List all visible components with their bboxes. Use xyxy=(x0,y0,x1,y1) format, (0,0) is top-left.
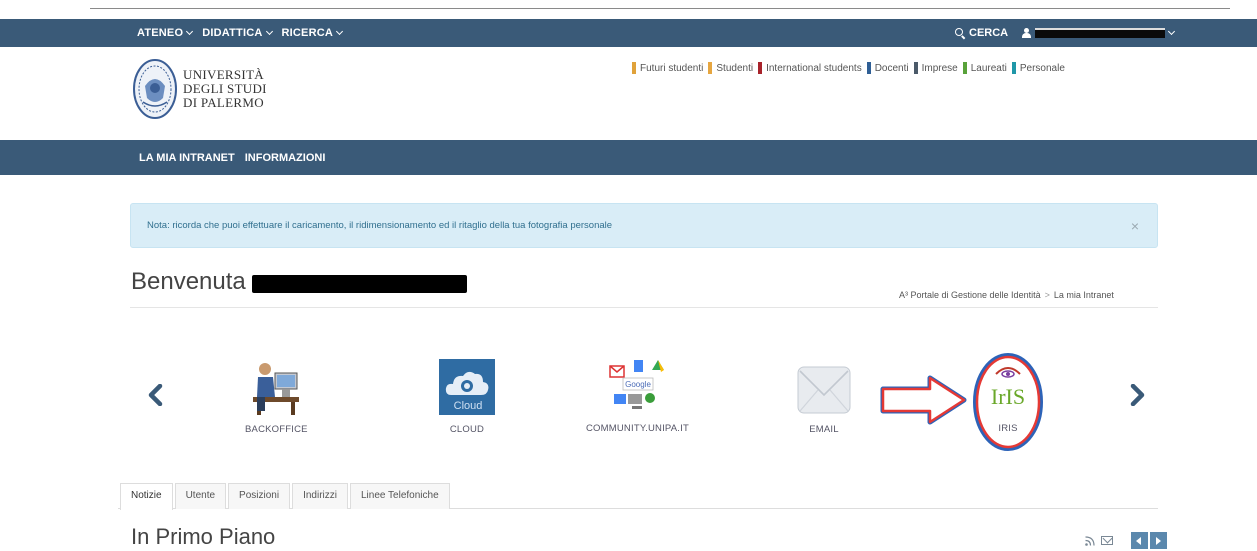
audience-label: Personale xyxy=(1019,62,1065,74)
page: ATENEO DIDATTICA RICERCA CERCA UNIVERSIT… xyxy=(0,0,1257,551)
menu-ateneo-label: ATENEO xyxy=(137,27,184,39)
info-tabs: Notizie Utente Posizioni Indirizzi Linee… xyxy=(120,483,452,510)
tab-posizioni[interactable]: Posizioni xyxy=(228,483,291,509)
alert-close-button[interactable]: × xyxy=(1131,218,1139,234)
iris-logo-text: IrIS xyxy=(991,384,1025,409)
top-rule xyxy=(90,8,1230,9)
carousel-next-chevron-icon[interactable] xyxy=(1127,384,1147,406)
audience-color-bar xyxy=(758,62,763,74)
audience-studenti[interactable]: Studenti xyxy=(708,62,753,74)
email-icon xyxy=(797,366,851,414)
nav-la-mia-intranet[interactable]: LA MIA INTRANET xyxy=(139,152,235,164)
audience-label: Futuri studenti xyxy=(640,62,704,74)
audience-color-bar xyxy=(866,62,871,74)
top-menu: ATENEO DIDATTICA RICERCA xyxy=(137,19,344,47)
breadcrumb-current: La mia Intranet xyxy=(1053,290,1114,300)
audience-color-bar xyxy=(708,62,713,74)
audience-label: Studenti xyxy=(716,62,754,74)
audience-color-bar xyxy=(913,62,918,74)
tab-utente[interactable]: Utente xyxy=(174,483,227,509)
search-button[interactable]: CERCA xyxy=(955,27,1008,39)
annotation-arrow-icon xyxy=(880,375,967,425)
audience-color-bar xyxy=(1011,62,1016,74)
divider xyxy=(130,307,1158,308)
intranet-nav-items: LA MIA INTRANET INFORMAZIONI xyxy=(139,140,325,175)
audience-links: Futuri studenti Studenti International s… xyxy=(632,62,1065,74)
alert-message: Nota: ricorda che puoi effettuare il car… xyxy=(147,220,613,231)
google-logo-text: Google xyxy=(625,380,651,389)
iris-icon: IrIS xyxy=(991,367,1025,409)
carousel-prev-chevron-icon[interactable] xyxy=(146,384,166,406)
top-navbar: ATENEO DIDATTICA RICERCA CERCA xyxy=(0,19,1257,47)
intranet-navbar: LA MIA INTRANET INFORMAZIONI xyxy=(0,140,1257,175)
chevron-down-icon xyxy=(335,27,344,36)
menu-ricerca[interactable]: RICERCA xyxy=(281,27,344,39)
audience-color-bar xyxy=(632,62,636,74)
audience-imprese[interactable]: Imprese xyxy=(913,62,958,74)
audience-futuri-studenti[interactable]: Futuri studenti xyxy=(632,62,703,74)
header: UNIVERSITÀ DEGLI STUDI DI PALERMO Futuri… xyxy=(0,47,1257,140)
nav-informazioni[interactable]: INFORMAZIONI xyxy=(245,152,326,164)
logo-line-2: DEGLI STUDI xyxy=(183,81,267,96)
tab-indirizzi[interactable]: Indirizzi xyxy=(292,483,348,509)
chevron-down-icon xyxy=(1168,27,1176,36)
welcome-word: Benvenuta xyxy=(131,268,246,295)
audience-color-bar xyxy=(962,62,967,74)
app-label: IRIS xyxy=(998,423,1018,434)
app-label: CLOUD xyxy=(449,424,485,435)
tab-linee-telefoniche[interactable]: Linee Telefoniche xyxy=(349,483,450,509)
menu-ateneo[interactable]: ATENEO xyxy=(137,27,194,39)
info-alert: Nota: ricorda che puoi effettuare il car… xyxy=(130,203,1158,248)
audience-label: International students xyxy=(766,62,862,74)
logo-line-1: UNIVERSITÀ xyxy=(183,67,264,82)
section-title: In Primo Piano xyxy=(131,524,276,549)
backoffice-icon xyxy=(253,363,299,415)
app-community[interactable]: Google COMMUNITY.UNIPA.IT xyxy=(580,356,695,434)
news-prev-button[interactable] xyxy=(1131,532,1148,549)
app-backoffice[interactable]: BACKOFFICE xyxy=(245,355,308,435)
chevron-down-icon xyxy=(265,27,273,36)
audience-international-students[interactable]: International students xyxy=(758,62,862,74)
audience-laureati[interactable]: Laureati xyxy=(962,62,1007,74)
app-email[interactable]: EMAIL xyxy=(796,357,852,435)
cloud-icon: Cloud xyxy=(439,359,495,415)
app-label: COMMUNITY.UNIPA.IT xyxy=(585,423,689,434)
community-icon: Google xyxy=(608,360,664,409)
menu-didattica-label: DIDATTICA xyxy=(202,27,263,39)
chevron-down-icon xyxy=(186,27,194,36)
mail-icon[interactable] xyxy=(1101,536,1113,545)
university-seal-icon xyxy=(133,59,177,119)
top-right-actions: CERCA xyxy=(955,19,1176,47)
audience-label: Docenti xyxy=(874,62,909,74)
audience-docenti[interactable]: Docenti xyxy=(866,62,909,74)
user-menu-button[interactable] xyxy=(1022,27,1176,38)
tab-notizie[interactable]: Notizie xyxy=(120,483,173,510)
app-label: BACKOFFICE xyxy=(245,424,308,435)
menu-didattica[interactable]: DIDATTICA xyxy=(202,27,273,39)
app-cloud[interactable]: Cloud CLOUD xyxy=(437,357,497,435)
breadcrumb: A³ Portale di Gestione delle Identità > La… xyxy=(899,290,1114,300)
logo-line-3: DI PALERMO xyxy=(183,95,264,110)
search-label: CERCA xyxy=(969,27,1009,39)
breadcrumb-separator: > xyxy=(1044,290,1050,300)
redacted-username xyxy=(1035,28,1166,38)
rss-icon[interactable] xyxy=(1085,535,1095,546)
audience-label: Laureati xyxy=(970,62,1007,74)
university-name: UNIVERSITÀ DEGLI STUDI DI PALERMO xyxy=(183,68,267,110)
app-label: EMAIL xyxy=(809,424,839,435)
app-iris[interactable]: IrIS IRIS xyxy=(972,352,1044,451)
news-next-button[interactable] xyxy=(1150,532,1167,549)
menu-ricerca-label: RICERCA xyxy=(281,27,334,39)
audience-label: Imprese xyxy=(921,62,958,74)
user-icon xyxy=(1022,28,1032,38)
redacted-user-name xyxy=(251,275,467,293)
welcome-heading: Benvenuta xyxy=(131,268,467,296)
news-tools xyxy=(1085,532,1167,549)
audience-personale[interactable]: Personale xyxy=(1011,62,1065,74)
breadcrumb-home-link[interactable]: A³ Portale di Gestione delle Identità xyxy=(899,290,1041,300)
university-logo[interactable]: UNIVERSITÀ DEGLI STUDI DI PALERMO xyxy=(133,58,267,120)
search-icon xyxy=(955,28,965,38)
cloud-logo-text: Cloud xyxy=(454,400,483,412)
